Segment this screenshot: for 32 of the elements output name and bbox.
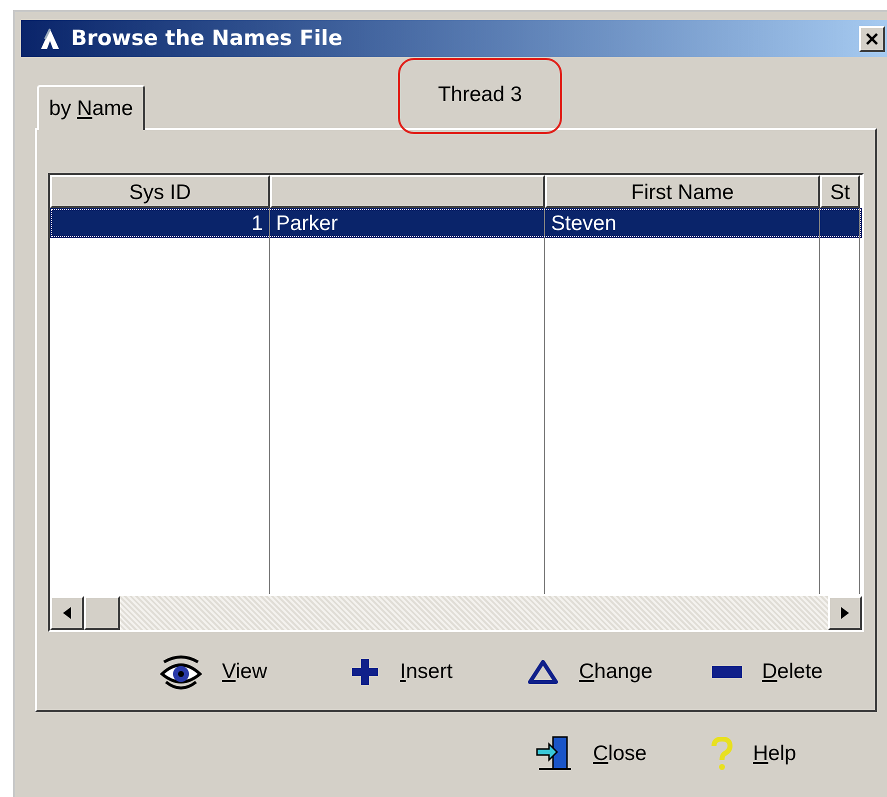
- annotation-text: Thread 3: [438, 82, 522, 108]
- change-button[interactable]: Change: [527, 656, 712, 688]
- app-icon: [39, 26, 61, 50]
- view-button[interactable]: View: [160, 654, 350, 690]
- door-exit-icon: [535, 735, 573, 773]
- close-button[interactable]: [859, 26, 885, 52]
- column-header[interactable]: First Name: [545, 175, 820, 208]
- delete-button[interactable]: Delete: [712, 656, 852, 688]
- tab[interactable]: by Name: [37, 85, 146, 130]
- close-button[interactable]: Close: [535, 735, 711, 773]
- window-title: Browse the Names File: [71, 24, 342, 52]
- plus-icon: [350, 657, 380, 687]
- column-header[interactable]: St: [820, 175, 860, 208]
- close-icon: [865, 32, 879, 46]
- left-arrow-icon: [63, 607, 71, 619]
- scroll-right-button[interactable]: [828, 596, 862, 630]
- insert-button[interactable]: Insert: [350, 656, 527, 688]
- column-header[interactable]: Sys ID: [50, 175, 270, 208]
- table-cell: Steven: [551, 212, 616, 235]
- column-header[interactable]: [270, 175, 545, 208]
- minus-icon: [712, 666, 742, 678]
- table-row[interactable]: 1 Parker Steven: [50, 208, 862, 238]
- table-cell: 1: [251, 212, 263, 235]
- eye-icon: [160, 654, 202, 690]
- scroll-thumb[interactable]: [84, 596, 120, 630]
- triangle-icon: [527, 659, 559, 685]
- question-mark-icon: [711, 737, 733, 771]
- scroll-left-button[interactable]: [50, 596, 84, 630]
- help-button[interactable]: Help: [711, 737, 887, 771]
- table-cell: Parker: [276, 212, 338, 235]
- horizontal-scrollbar[interactable]: [50, 596, 862, 630]
- right-arrow-icon: [841, 607, 849, 619]
